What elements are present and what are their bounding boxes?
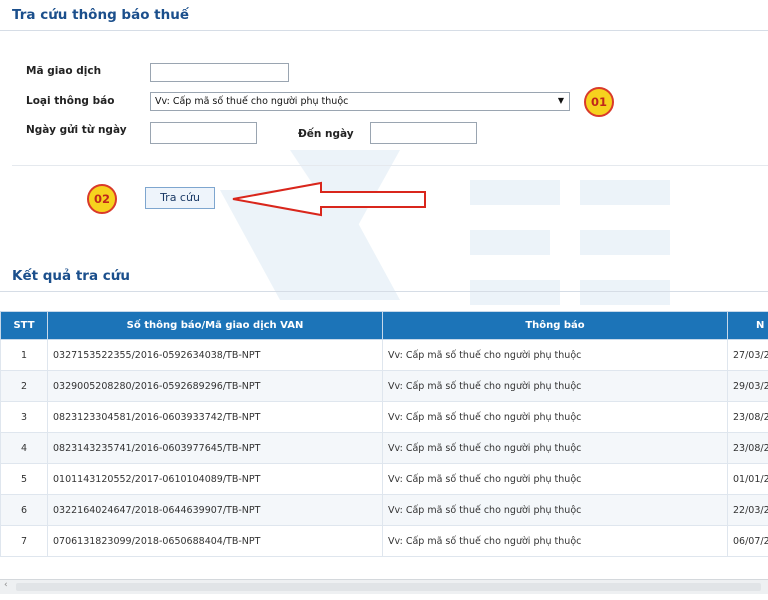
table-row[interactable]: 1 0327153522355/2016-0592634038/TB-NPT V… <box>0 339 768 371</box>
den-ngay-label: Đến ngày <box>298 128 354 140</box>
step-badge-01: 01 <box>584 87 614 117</box>
cell-stt: 6 <box>0 494 48 526</box>
results-divider <box>0 291 768 292</box>
search-section-title: Tra cứu thông báo thuế <box>12 7 190 23</box>
cell-ngay: 23/08/2 <box>727 401 768 433</box>
cell-stt: 3 <box>0 401 48 433</box>
step-badge-02: 02 <box>87 184 117 214</box>
cell-ngay: 27/03/2 <box>727 339 768 371</box>
cell-stt: 4 <box>0 432 48 464</box>
cell-so-thong-bao: 0101143120552/2017-0610104089/TB-NPT <box>47 463 383 495</box>
cell-so-thong-bao: 0329005208280/2016-0592689296/TB-NPT <box>47 370 383 402</box>
cell-thong-bao: Vv: Cấp mã số thuế cho người phụ thuộc <box>382 401 728 433</box>
horizontal-scrollbar[interactable]: ‹ <box>0 579 768 594</box>
loai-thong-bao-label: Loại thông báo <box>26 95 115 107</box>
ngay-gui-tu-ngay-label: Ngày gửi từ ngày <box>26 124 127 136</box>
results-section-title: Kết quả tra cứu <box>12 268 130 284</box>
cell-stt: 1 <box>0 339 48 371</box>
cell-ngay: 06/07/2 <box>727 525 768 557</box>
tra-cuu-button[interactable]: Tra cứu <box>145 187 215 209</box>
cell-thong-bao: Vv: Cấp mã số thuế cho người phụ thuộc <box>382 463 728 495</box>
col-header-ngay: N <box>727 311 768 340</box>
cell-ngay: 23/08/2 <box>727 432 768 464</box>
table-row[interactable]: 4 0823143235741/2016-0603977645/TB-NPT V… <box>0 432 768 464</box>
col-header-so-thong-bao: Số thông báo/Mã giao dịch VAN <box>47 311 383 340</box>
table-row[interactable]: 7 0706131823099/2018-0650688404/TB-NPT V… <box>0 525 768 557</box>
cell-stt: 2 <box>0 370 48 402</box>
loai-thong-bao-select[interactable]: Vv: Cấp mã số thuế cho người phụ thuộc ▼ <box>150 92 570 111</box>
arrow-annotation-icon <box>232 181 426 217</box>
cell-thong-bao: Vv: Cấp mã số thuế cho người phụ thuộc <box>382 370 728 402</box>
title-divider <box>0 30 768 31</box>
table-row[interactable]: 5 0101143120552/2017-0610104089/TB-NPT V… <box>0 463 768 495</box>
table-header-row: STT Số thông báo/Mã giao dịch VAN Thông … <box>0 311 768 340</box>
loai-thong-bao-selected-value: Vv: Cấp mã số thuế cho người phụ thuộc <box>155 96 349 107</box>
cell-thong-bao: Vv: Cấp mã số thuế cho người phụ thuộc <box>382 525 728 557</box>
table-row[interactable]: 6 0322164024647/2018-0644639907/TB-NPT V… <box>0 494 768 526</box>
cell-ngay: 22/03/2 <box>727 494 768 526</box>
scrollbar-track[interactable] <box>16 583 761 591</box>
cell-thong-bao: Vv: Cấp mã số thuế cho người phụ thuộc <box>382 432 728 464</box>
cell-thong-bao: Vv: Cấp mã số thuế cho người phụ thuộc <box>382 494 728 526</box>
dropdown-arrow-icon: ▼ <box>557 96 564 105</box>
cell-so-thong-bao: 0327153522355/2016-0592634038/TB-NPT <box>47 339 383 371</box>
watermark-logo <box>220 150 670 305</box>
den-ngay-input[interactable] <box>370 122 477 144</box>
scroll-left-icon[interactable]: ‹ <box>4 580 8 590</box>
col-header-thong-bao: Thông báo <box>382 311 728 340</box>
table-row[interactable]: 3 0823123304581/2016-0603933742/TB-NPT V… <box>0 401 768 433</box>
ma-giao-dich-label: Mã giao dịch <box>26 65 102 77</box>
table-row[interactable]: 2 0329005208280/2016-0592689296/TB-NPT V… <box>0 370 768 402</box>
cell-so-thong-bao: 0823123304581/2016-0603933742/TB-NPT <box>47 401 383 433</box>
cell-so-thong-bao: 0823143235741/2016-0603977645/TB-NPT <box>47 432 383 464</box>
cell-so-thong-bao: 0706131823099/2018-0650688404/TB-NPT <box>47 525 383 557</box>
cell-stt: 5 <box>0 463 48 495</box>
cell-ngay: 01/01/2 <box>727 463 768 495</box>
cell-stt: 7 <box>0 525 48 557</box>
col-header-stt: STT <box>0 311 48 340</box>
cell-so-thong-bao: 0322164024647/2018-0644639907/TB-NPT <box>47 494 383 526</box>
cell-thong-bao: Vv: Cấp mã số thuế cho người phụ thuộc <box>382 339 728 371</box>
cell-ngay: 29/03/2 <box>727 370 768 402</box>
form-divider <box>12 165 768 166</box>
tu-ngay-input[interactable] <box>150 122 257 144</box>
ma-giao-dich-input[interactable] <box>150 63 289 82</box>
results-table: STT Số thông báo/Mã giao dịch VAN Thông … <box>0 311 768 557</box>
